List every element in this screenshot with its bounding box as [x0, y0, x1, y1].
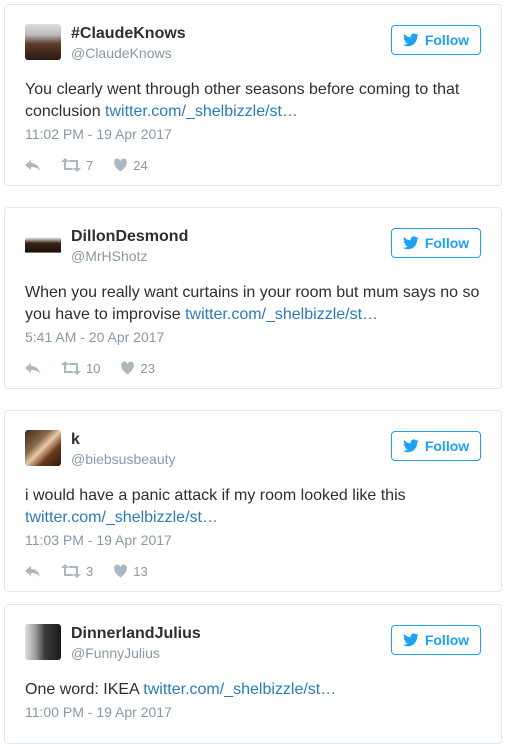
user-handle[interactable]: @ClaudeKnows [71, 45, 172, 61]
follow-button[interactable]: Follow [391, 25, 481, 55]
avatar[interactable] [25, 430, 61, 466]
reply-icon [25, 566, 40, 577]
reply-icon [25, 363, 40, 374]
like-count: 24 [133, 157, 148, 173]
heart-icon [114, 564, 128, 578]
follow-label: Follow [424, 32, 470, 48]
twitter-bird-icon [402, 439, 419, 453]
user-handle[interactable]: @MrHShotz [71, 248, 147, 264]
follow-label: Follow [424, 632, 470, 648]
reply-button[interactable] [25, 361, 41, 375]
tweet-actions: 10 23 [25, 359, 175, 377]
tweet-timestamp[interactable]: 11:02 PM - 19 Apr 2017 [25, 126, 172, 142]
tweet-text: You clearly went through other seasons b… [25, 79, 485, 123]
retweet-button[interactable]: 7 [61, 158, 93, 173]
tweet-timestamp[interactable]: 11:03 PM - 19 Apr 2017 [25, 532, 172, 548]
like-count: 13 [133, 563, 148, 579]
follow-button[interactable]: Follow [391, 431, 481, 461]
reply-button[interactable] [25, 158, 41, 172]
tweet-link[interactable]: twitter.com/_shelbizzle/st… [143, 681, 336, 698]
twitter-bird-icon [402, 633, 419, 647]
avatar[interactable] [25, 24, 61, 60]
twitter-bird-icon [402, 33, 419, 47]
retweet-icon [61, 564, 81, 578]
user-handle[interactable]: @FunnyJulius [71, 645, 160, 661]
tweet-text: i would have a panic attack if my room l… [25, 485, 485, 529]
heart-icon [121, 361, 135, 375]
follow-label: Follow [424, 438, 470, 454]
retweet-button[interactable]: 3 [61, 564, 93, 579]
tweet-card: k @biebsusbeauty Follow i would have a p… [4, 410, 502, 592]
twitter-bird-icon [402, 236, 419, 250]
heart-icon [114, 158, 128, 172]
tweet-text: When you really want curtains in your ro… [25, 282, 485, 326]
tweet-body: i would have a panic attack if my room l… [25, 487, 406, 504]
tweet-timestamp[interactable]: 11:00 PM - 19 Apr 2017 [25, 704, 172, 720]
tweet-link[interactable]: twitter.com/_shelbizzle/st… [185, 306, 378, 323]
follow-label: Follow [424, 235, 470, 251]
tweet-timestamp[interactable]: 5:41 AM - 20 Apr 2017 [25, 329, 164, 345]
retweet-count: 7 [86, 157, 94, 173]
display-name[interactable]: DinnerlandJulius [71, 625, 201, 643]
reply-button[interactable] [25, 564, 41, 578]
tweet-link[interactable]: twitter.com/_shelbizzle/st… [105, 103, 298, 120]
like-button[interactable]: 23 [120, 360, 155, 376]
display-name[interactable]: #ClaudeKnows [71, 25, 186, 43]
follow-button[interactable]: Follow [391, 228, 481, 258]
retweet-icon [61, 361, 81, 375]
avatar[interactable] [25, 624, 61, 660]
tweet-link[interactable]: twitter.com/_shelbizzle/st… [25, 509, 218, 526]
reply-icon [25, 160, 40, 171]
user-handle[interactable]: @biebsusbeauty [71, 451, 176, 467]
display-name[interactable]: DillonDesmond [71, 228, 188, 246]
tweet-actions: 3 13 [25, 562, 168, 580]
like-button[interactable]: 24 [113, 157, 148, 173]
like-count: 23 [140, 360, 155, 376]
retweet-count: 3 [86, 563, 94, 579]
retweet-button[interactable]: 10 [61, 361, 100, 376]
tweet-actions: 7 24 [25, 156, 168, 174]
retweet-count: 10 [86, 360, 101, 376]
avatar[interactable] [25, 227, 61, 263]
follow-button[interactable]: Follow [391, 625, 481, 655]
tweet-card: DinnerlandJulius @FunnyJulius Follow One… [4, 604, 502, 744]
display-name[interactable]: k [71, 431, 80, 449]
like-button[interactable]: 13 [113, 563, 148, 579]
tweet-card: #ClaudeKnows @ClaudeKnows Follow You cle… [4, 4, 502, 186]
tweet-card: DillonDesmond @MrHShotz Follow When you … [4, 207, 502, 389]
tweet-body: One word: IKEA [25, 681, 144, 698]
tweet-text: One word: IKEA twitter.com/_shelbizzle/s… [25, 679, 485, 701]
retweet-icon [61, 158, 81, 172]
